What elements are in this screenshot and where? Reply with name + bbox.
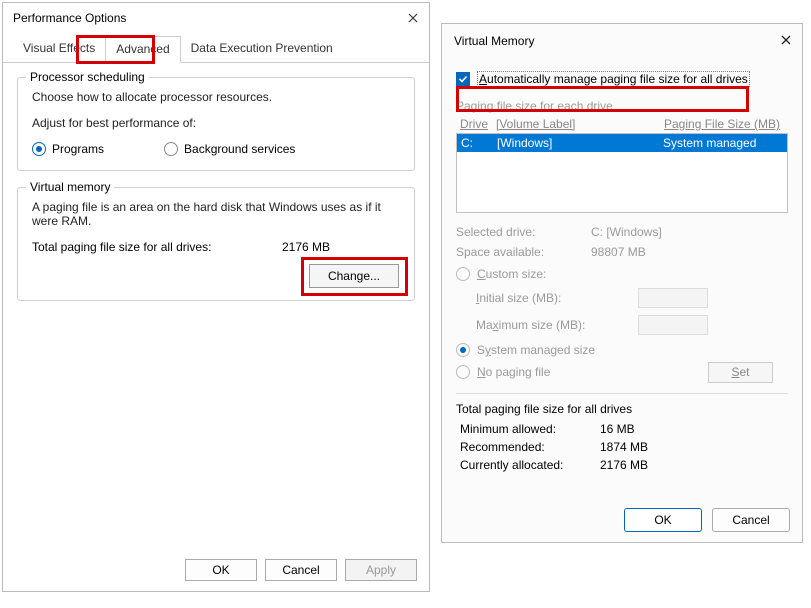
processor-scheduling-group: Processor scheduling Choose how to alloc… (17, 77, 415, 171)
vm-title: Virtual Memory (454, 34, 534, 48)
vm-total-label: Total paging file size for all drives: (32, 240, 282, 254)
currently-label: Currently allocated: (460, 458, 600, 472)
drive-row[interactable]: C: [Windows] System managed (457, 134, 787, 152)
radio-background[interactable]: Background services (164, 142, 295, 156)
auto-manage-checkbox[interactable]: Automatically manage paging file size fo… (456, 71, 788, 87)
vm-footer: OK Cancel (624, 508, 790, 532)
radio-icon (456, 365, 470, 379)
scheduling-desc: Choose how to allocate processor resourc… (32, 90, 400, 104)
space-available-value: 98807 MB (591, 245, 646, 259)
radio-icon (164, 142, 178, 156)
auto-manage-label: Automatically manage paging file size fo… (477, 71, 750, 87)
cancel-button[interactable]: Cancel (265, 559, 337, 581)
vm-titlebar: Virtual Memory (442, 24, 802, 55)
perf-titlebar: Performance Options (3, 3, 429, 30)
radio-custom-size: Custom size: (456, 267, 788, 281)
maximum-size-input (638, 315, 708, 335)
header-drive: Drive (460, 117, 496, 131)
initial-size-input (638, 288, 708, 308)
tab-strip: Visual Effects Advanced Data Execution P… (3, 36, 429, 63)
radio-programs[interactable]: Programs (32, 142, 104, 156)
tab-visual-effects[interactable]: Visual Effects (13, 36, 105, 62)
vm-legend: Virtual memory (26, 180, 114, 194)
change-button[interactable]: Change... (309, 264, 399, 288)
ok-button[interactable]: OK (624, 508, 702, 532)
tab-advanced[interactable]: Advanced (105, 36, 180, 63)
perf-footer: OK Cancel Apply (185, 559, 417, 581)
recommended-label: Recommended: (460, 440, 600, 454)
drive-list[interactable]: C: [Windows] System managed (456, 133, 788, 213)
vm-desc: A paging file is an area on the hard dis… (32, 200, 400, 228)
set-button: Set (708, 362, 773, 383)
drive-size: System managed (663, 136, 783, 150)
recommended-value: 1874 MB (600, 440, 648, 454)
drive-letter: C: (461, 136, 497, 150)
radio-icon (32, 142, 46, 156)
radio-icon (456, 343, 470, 357)
minimum-label: Minimum allowed: (460, 422, 600, 436)
drive-volume: [Windows] (497, 136, 663, 150)
radio-background-label: Background services (184, 142, 295, 156)
space-available-label: Space available: (456, 245, 591, 259)
scheduling-adjust: Adjust for best performance of: (32, 116, 400, 130)
virtual-memory-dialog: Virtual Memory Automatically manage pagi… (441, 23, 803, 543)
checkbox-checked-icon (456, 72, 470, 86)
header-size: Paging File Size (MB) (664, 117, 784, 131)
vm-total-value: 2176 MB (282, 240, 330, 254)
performance-options-dialog: Performance Options Visual Effects Advan… (2, 2, 430, 592)
virtual-memory-group: Virtual memory A paging file is an area … (17, 187, 415, 301)
totals-title: Total paging file size for all drives (456, 402, 788, 416)
maximum-size-label: Maximum size (MB): (476, 318, 606, 332)
radio-system-managed: System managed size (456, 343, 788, 357)
close-icon[interactable] (778, 32, 794, 48)
perf-title: Performance Options (13, 11, 126, 25)
scheduling-legend: Processor scheduling (26, 70, 149, 84)
drive-list-header: Drive [Volume Label] Paging File Size (M… (456, 117, 788, 133)
tab-dep[interactable]: Data Execution Prevention (181, 36, 343, 62)
selected-drive-label: Selected drive: (456, 225, 591, 239)
close-icon[interactable] (405, 10, 421, 26)
minimum-value: 16 MB (600, 422, 635, 436)
selected-drive-value: C: [Windows] (591, 225, 662, 239)
each-drive-label: Paging file size for each drive (456, 99, 788, 113)
ok-button[interactable]: OK (185, 559, 257, 581)
header-volume: [Volume Label] (496, 117, 664, 131)
currently-value: 2176 MB (600, 458, 648, 472)
cancel-button[interactable]: Cancel (712, 508, 790, 532)
apply-button: Apply (345, 559, 417, 581)
radio-icon (456, 267, 470, 281)
radio-programs-label: Programs (52, 142, 104, 156)
initial-size-label: Initial size (MB): (476, 291, 606, 305)
radio-no-paging: No paging file Set (456, 365, 788, 379)
divider (456, 393, 788, 394)
